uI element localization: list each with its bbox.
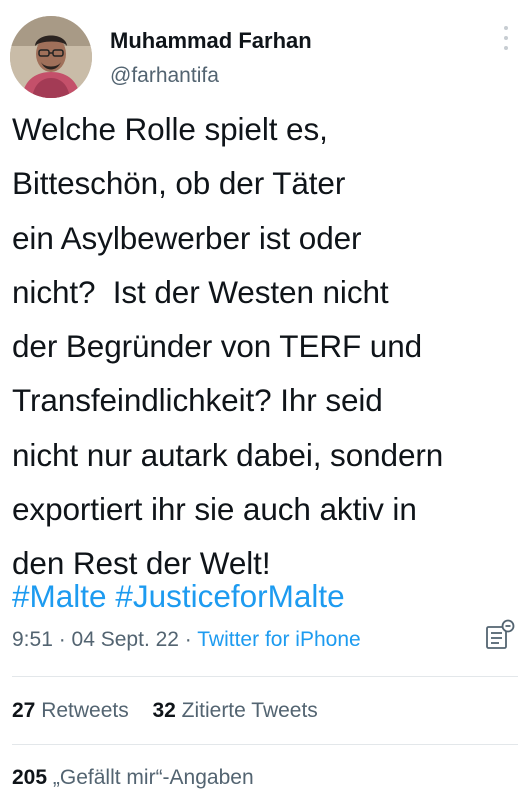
likes-stat[interactable]: 205 „Gefällt mir“-Angaben [12,766,254,789]
retweets-label: Retweets [41,699,129,722]
tweet-text-line: Welche Rolle spielt es, [12,111,328,147]
author-handle[interactable]: @farhantifa [110,64,219,88]
likes-count: 205 [12,766,48,789]
author-name[interactable]: Muhammad Farhan [110,28,312,54]
tweet-date[interactable]: 04 Sept. 22 [72,628,179,651]
tweet-text-line: Bitteschön, ob der Täter [12,165,346,202]
hashtag-link[interactable]: #JusticeforMalte [115,578,344,614]
quotes-stat[interactable]: 32 Zitierte Tweets [152,699,317,722]
avatar[interactable] [10,16,92,98]
divider [12,676,518,677]
tweet-text-line: Transfeindlichkeit? Ihr seid [12,382,383,419]
analytics-icon[interactable] [482,618,516,652]
tweet-time[interactable]: 9:51 [12,628,53,651]
retweets-count: 27 [12,699,36,722]
tweet-source-link[interactable]: Twitter for iPhone [197,628,360,651]
likes-row: 205 „Gefällt mir“-Angaben [12,766,254,790]
tweet-text: Welche Rolle spielt es, Bitteschön, ob d… [12,102,522,591]
tweet-text-line: exportiert ihr sie auch aktiv in [12,491,417,528]
tweet-meta: 9:51 · 04 Sept. 22 · Twitter for iPhone [12,628,361,652]
quotes-count: 32 [152,699,176,722]
tweet-header: Muhammad Farhan @farhantifa [0,0,528,110]
tweet-text-line: ein Asylbewerber ist oder [12,219,362,256]
hashtags: #Malte #JusticeforMalte [12,574,345,618]
meta-separator: · [52,628,72,651]
likes-label: „Gefällt mir“-Angaben [52,766,254,789]
tweet-text-line: nicht nur autark dabei, sondern [12,436,444,473]
divider [12,744,518,745]
quotes-label: Zitierte Tweets [181,699,318,722]
retweets-stat[interactable]: 27 Retweets [12,699,129,722]
hashtag-link[interactable]: #Malte [12,578,107,614]
tweet-text-line: nicht? Ist der Westen nicht [12,273,389,310]
meta-separator: · [178,628,198,651]
tweet-text-line: der Begründer von TERF und [12,328,423,365]
stats-row: 27 Retweets 32 Zitierte Tweets [12,699,318,723]
more-vertical-icon[interactable] [500,26,512,60]
